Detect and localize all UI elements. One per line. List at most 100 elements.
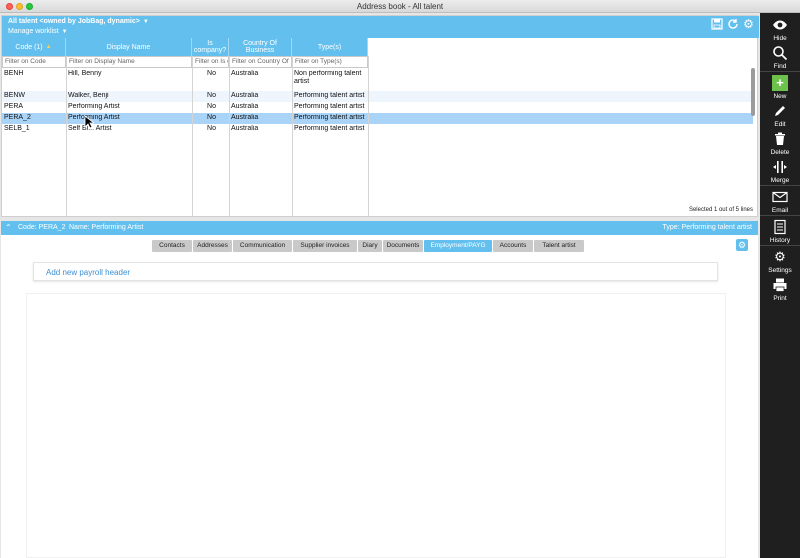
- filter-display-name-input[interactable]: Filter on Display Name: [66, 56, 192, 68]
- print-button[interactable]: Print: [760, 277, 800, 302]
- settings-button[interactable]: ⚙ Settings: [760, 249, 800, 274]
- refresh-icon[interactable]: [726, 18, 739, 31]
- filter-types-input[interactable]: Filter on Type(s): [292, 56, 368, 68]
- mouse-pointer-icon: [84, 115, 94, 129]
- document-icon: [772, 219, 788, 235]
- filter-country-input[interactable]: Filter on Country Of B: [229, 56, 292, 68]
- cell-types: Performing talent artist: [294, 103, 365, 110]
- plus-icon: +: [772, 75, 788, 91]
- detail-header: ⌃ Code: PERA_2 Name: Performing Artist T…: [1, 221, 758, 235]
- cell-code: BENH: [4, 70, 24, 77]
- selection-status: Selected 1 out of 5 lines: [688, 207, 753, 213]
- tab-accounts[interactable]: Accounts: [493, 240, 533, 252]
- table-row[interactable]: BENW Walker, Benji No Australia Performi…: [2, 91, 753, 102]
- gear-icon[interactable]: ⚙: [742, 18, 755, 31]
- column-label: Code (1): [15, 43, 43, 51]
- tab-communication[interactable]: Communication: [233, 240, 292, 252]
- printer-icon: [772, 277, 788, 293]
- worklist-title: All talent <owned by JobBag, dynamic>: [8, 18, 140, 25]
- find-button[interactable]: Find: [760, 45, 800, 70]
- save-icon[interactable]: [710, 18, 723, 31]
- worklist-selector[interactable]: All talent <owned by JobBag, dynamic> ▼: [8, 18, 149, 25]
- cell-country: Australia: [231, 92, 259, 99]
- header-icons: ⚙: [710, 18, 755, 31]
- add-payroll-header-panel: Add new payroll header: [33, 262, 718, 281]
- tab-talent-artist[interactable]: Talent artist: [534, 240, 584, 252]
- edit-label: Edit: [774, 121, 786, 128]
- detail-panel: ⌃ Code: PERA_2 Name: Performing Artist T…: [1, 221, 758, 558]
- cell-code: SELB_1: [4, 125, 30, 132]
- history-button[interactable]: History: [760, 219, 800, 244]
- column-header-display-name[interactable]: Display Name: [66, 38, 192, 56]
- cell-code: PERA_2: [4, 114, 31, 121]
- tab-addresses[interactable]: Addresses: [193, 240, 232, 252]
- search-icon: [772, 45, 788, 61]
- column-divider: [368, 56, 369, 216]
- detail-name: Name: Performing Artist: [69, 224, 144, 231]
- detail-tabs: Contacts Addresses Communication Supplie…: [152, 240, 584, 252]
- detail-type: Type: Performing talent artist: [662, 224, 752, 231]
- column-header-is-company[interactable]: Is company?: [192, 38, 229, 56]
- add-payroll-header-link[interactable]: Add new payroll header: [46, 268, 130, 277]
- merge-icon: [772, 159, 788, 175]
- column-header-country[interactable]: Country Of Business: [229, 38, 292, 56]
- edit-button[interactable]: Edit: [760, 103, 800, 128]
- table-row[interactable]: BENH Hill, Benny No Australia Non perfor…: [2, 69, 753, 91]
- cell-display-name: Hill, Benny: [68, 70, 102, 77]
- worklist-header: All talent <owned by JobBag, dynamic> ▼ M…: [2, 16, 759, 38]
- gear-icon[interactable]: ⚙: [736, 239, 748, 251]
- manage-worklist-menu[interactable]: Manage worklist ▼: [8, 28, 68, 35]
- column-label: Display Name: [106, 43, 151, 51]
- detail-code: Code: PERA_2: [18, 224, 66, 231]
- merge-button[interactable]: Merge: [760, 159, 800, 184]
- table-row-selected[interactable]: PERA_2 Performing Artist No Australia Pe…: [2, 113, 753, 124]
- worklist-panel: All talent <owned by JobBag, dynamic> ▼ M…: [1, 15, 759, 217]
- window-title: Address book - All talent: [356, 2, 444, 11]
- column-label: Type(s): [317, 43, 342, 51]
- cell-is-company: No: [207, 125, 216, 132]
- new-button[interactable]: + New: [760, 75, 800, 100]
- window-titlebar: Address book - All talent: [0, 0, 800, 13]
- cell-is-company: No: [207, 70, 216, 77]
- pencil-icon: [772, 103, 788, 119]
- merge-label: Merge: [770, 177, 790, 184]
- delete-label: Delete: [770, 149, 790, 156]
- find-label: Find: [773, 63, 787, 70]
- payroll-content-area: [26, 293, 726, 558]
- email-button[interactable]: Email: [760, 189, 800, 214]
- tab-supplier-invoices[interactable]: Supplier invoices: [293, 240, 357, 252]
- cell-country: Australia: [231, 103, 259, 110]
- tab-documents[interactable]: Documents: [383, 240, 423, 252]
- column-header-types[interactable]: Type(s): [292, 38, 368, 56]
- cell-types: Performing talent artist: [294, 125, 365, 132]
- grid-scrollbar[interactable]: [751, 68, 755, 116]
- cell-display-name: Walker, Benji: [68, 92, 109, 99]
- tab-contacts[interactable]: Contacts: [152, 240, 192, 252]
- delete-button[interactable]: Delete: [760, 131, 800, 156]
- settings-label: Settings: [768, 267, 792, 274]
- tab-employment-payg[interactable]: Employment/PAYG: [424, 240, 492, 252]
- table-row[interactable]: SELB_1 Self Bi... Artist No Australia Pe…: [2, 124, 753, 135]
- cell-code: BENW: [4, 92, 25, 99]
- filter-is-company-input[interactable]: Filter on Is c: [192, 56, 229, 68]
- collapse-chevron-icon[interactable]: ⌃: [5, 223, 12, 232]
- column-divider: [192, 56, 193, 216]
- column-divider: [292, 56, 293, 216]
- filter-code-input[interactable]: Filter on Code: [2, 56, 66, 68]
- toolbar-divider: [760, 185, 800, 186]
- history-label: History: [769, 237, 791, 244]
- tab-diary[interactable]: Diary: [358, 240, 382, 252]
- table-row[interactable]: PERA Performing Artist No Australia Perf…: [2, 102, 753, 113]
- print-label: Print: [773, 295, 787, 302]
- column-label: Country Of Business: [243, 40, 277, 54]
- sort-asc-icon: ▲: [45, 43, 52, 50]
- cell-types: Non performing talent artist: [294, 70, 362, 85]
- column-header-code[interactable]: Code (1) ▲: [2, 38, 66, 56]
- hide-button[interactable]: Hide: [760, 17, 800, 42]
- cell-is-company: No: [207, 103, 216, 110]
- toolbar-divider: [760, 245, 800, 246]
- cell-country: Australia: [231, 114, 259, 121]
- right-toolbar: Hide Find + New Edit Delete Merge Email: [760, 13, 800, 558]
- cell-code: PERA: [4, 103, 24, 110]
- email-label: Email: [771, 207, 789, 214]
